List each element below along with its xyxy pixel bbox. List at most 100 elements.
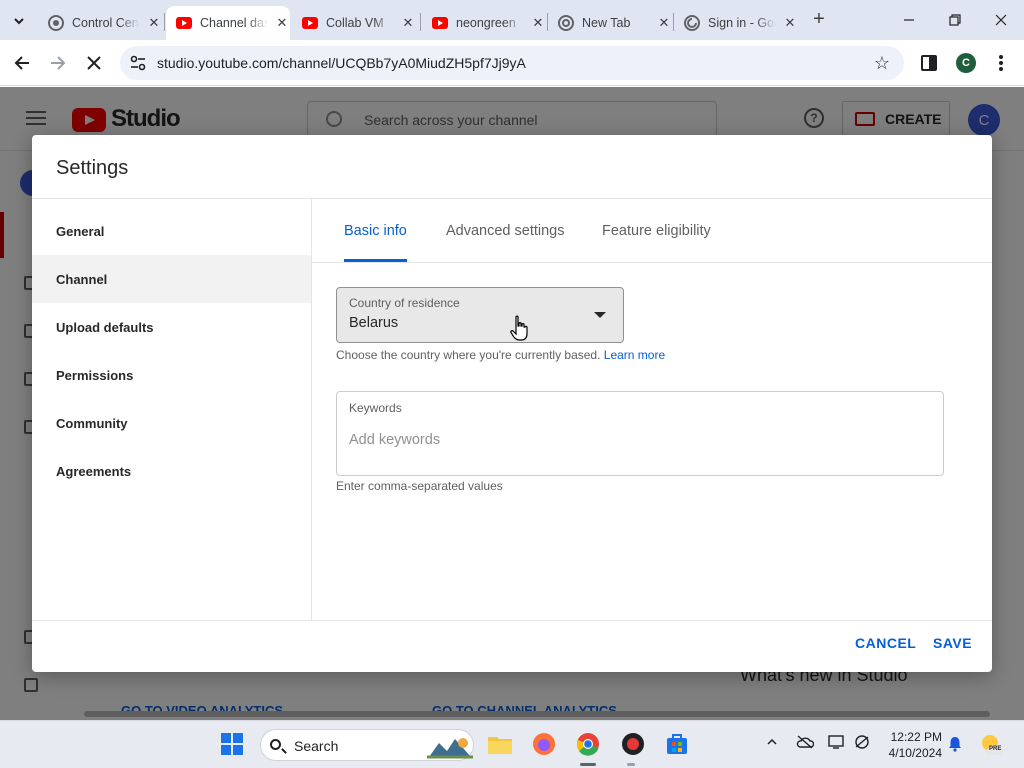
chrome-menu-button[interactable] <box>990 52 1012 74</box>
browser-toolbar: studio.youtube.com/channel/UCQBb7yA0Miud… <box>0 40 1024 86</box>
chrome-settings-icon <box>48 15 64 31</box>
bookmark-star-icon[interactable]: ☆ <box>874 53 890 74</box>
profile-avatar[interactable]: C <box>956 53 976 73</box>
restore-button[interactable] <box>932 6 978 34</box>
system-clock[interactable]: 12:22 PM 4/10/2024 <box>880 729 942 761</box>
chrome-icon <box>558 15 574 31</box>
close-icon[interactable]: ✕ <box>400 15 416 31</box>
close-icon[interactable]: ✕ <box>146 15 162 31</box>
keywords-input[interactable] <box>349 432 929 448</box>
learn-more-link[interactable]: Learn more <box>604 348 665 362</box>
save-button[interactable]: SAVE <box>933 635 972 651</box>
url-text: studio.youtube.com/channel/UCQBb7yA0Miud… <box>157 55 526 71</box>
hand-cursor-icon <box>510 315 528 341</box>
nav-item-upload-defaults[interactable]: Upload defaults <box>32 303 311 351</box>
side-panel-button[interactable] <box>918 52 940 74</box>
firefox-app[interactable] <box>530 730 558 758</box>
nav-item-community[interactable]: Community <box>32 399 311 447</box>
new-tab-button[interactable]: + <box>808 9 830 31</box>
more-vert-icon <box>999 55 1003 71</box>
close-icon[interactable]: ✕ <box>530 15 546 31</box>
tab-new-tab[interactable]: New Tab ✕ <box>548 6 672 40</box>
nav-item-permissions[interactable]: Permissions <box>32 351 311 399</box>
youtube-icon <box>176 17 192 29</box>
tab-search-button[interactable] <box>6 8 32 34</box>
site-settings-icon[interactable] <box>130 55 146 71</box>
stop-loading-button[interactable] <box>81 50 107 76</box>
tab-title: New Tab <box>582 16 631 30</box>
search-highlight-icon <box>427 738 473 759</box>
tab-title: Sign in - Google <box>708 16 776 30</box>
chrome-icon <box>576 733 599 756</box>
dialog-title: Settings <box>56 157 129 179</box>
restore-icon <box>949 14 961 26</box>
tab-title: Channel dashboard <box>200 16 268 30</box>
tab-title: Collab VM <box>326 16 384 30</box>
country-help-label: Choose the country where you're currentl… <box>336 348 601 362</box>
channel-tabs: Basic info Advanced settings Feature eli… <box>312 199 992 263</box>
file-explorer-app[interactable] <box>486 730 514 758</box>
windows-taskbar: Search 12:22 PM 4/10/2024 PRE <box>0 720 1024 768</box>
tab-neongreen[interactable]: neongreen ✕ <box>422 6 546 40</box>
close-icon[interactable]: ✕ <box>782 15 798 31</box>
keywords-label: Keywords <box>349 401 402 415</box>
close-icon[interactable]: ✕ <box>656 15 672 31</box>
google-loading-icon <box>684 15 700 31</box>
close-window-button[interactable] <box>978 6 1024 34</box>
tab-basic-info[interactable]: Basic info <box>344 199 407 262</box>
youtube-icon <box>432 17 448 29</box>
tab-title: Control Cen <box>72 16 139 30</box>
chrome-app[interactable] <box>574 730 602 758</box>
nav-item-channel[interactable]: Channel <box>32 255 311 303</box>
clock-date: 4/10/2024 <box>888 746 942 760</box>
tab-separator <box>164 13 165 31</box>
keywords-field[interactable]: Keywords <box>336 391 944 476</box>
keywords-help-text: Enter comma-separated values <box>336 479 503 493</box>
settings-dialog: Settings General Channel Upload defaults… <box>32 135 992 672</box>
store-icon <box>667 734 687 754</box>
start-button[interactable] <box>218 730 246 758</box>
clock-time: 12:22 PM <box>890 730 942 744</box>
store-app[interactable] <box>663 730 691 758</box>
tab-title: neongreen <box>456 16 516 30</box>
country-value: Belarus <box>349 315 399 331</box>
side-panel-icon <box>921 55 937 71</box>
show-hidden-icons-chevron-icon[interactable] <box>766 735 778 751</box>
taskbar-search[interactable]: Search <box>260 729 474 761</box>
search-icon <box>270 739 281 750</box>
close-icon <box>87 56 101 70</box>
dropdown-arrow-icon <box>594 312 606 318</box>
youtube-icon <box>302 17 318 29</box>
windows-logo-icon <box>221 733 243 755</box>
tab-collab-vm[interactable]: Collab VM ✕ <box>292 6 418 40</box>
country-dropdown[interactable]: Country of residence Belarus <box>336 287 624 343</box>
minimize-button[interactable] <box>886 6 932 34</box>
obs-app[interactable] <box>619 730 647 758</box>
display-icon[interactable] <box>828 735 846 752</box>
cancel-button[interactable]: CANCEL <box>855 635 916 651</box>
active-app-indicator <box>580 763 596 766</box>
forward-button[interactable] <box>45 50 71 76</box>
nav-item-agreements[interactable]: Agreements <box>32 447 311 495</box>
nav-item-general[interactable]: General <box>32 207 311 255</box>
country-label: Country of residence <box>349 296 460 310</box>
back-button[interactable] <box>9 50 35 76</box>
minimize-icon <box>904 19 914 21</box>
tab-feature-eligibility[interactable]: Feature eligibility <box>602 199 711 262</box>
tab-control-center[interactable]: Control Cen ✕ <box>38 6 164 40</box>
notification-bell-icon[interactable] <box>948 736 962 752</box>
country-help-text: Choose the country where you're currentl… <box>336 348 665 362</box>
weather-widget[interactable]: PRE <box>980 733 1004 757</box>
tab-sign-in[interactable]: Sign in - Google ✕ <box>674 6 798 40</box>
address-bar[interactable]: studio.youtube.com/channel/UCQBb7yA0Miud… <box>120 46 904 80</box>
onedrive-icon[interactable] <box>796 735 815 752</box>
close-icon[interactable]: ✕ <box>274 15 290 31</box>
weather-icon <box>982 735 1004 755</box>
tab-separator <box>420 13 421 31</box>
tab-channel-dashboard[interactable]: Channel dashboard ✕ <box>166 6 290 40</box>
network-icon[interactable] <box>854 735 870 752</box>
record-icon <box>622 733 644 755</box>
divider <box>32 620 992 621</box>
arrow-right-icon <box>51 56 66 70</box>
tab-advanced-settings[interactable]: Advanced settings <box>446 199 565 262</box>
